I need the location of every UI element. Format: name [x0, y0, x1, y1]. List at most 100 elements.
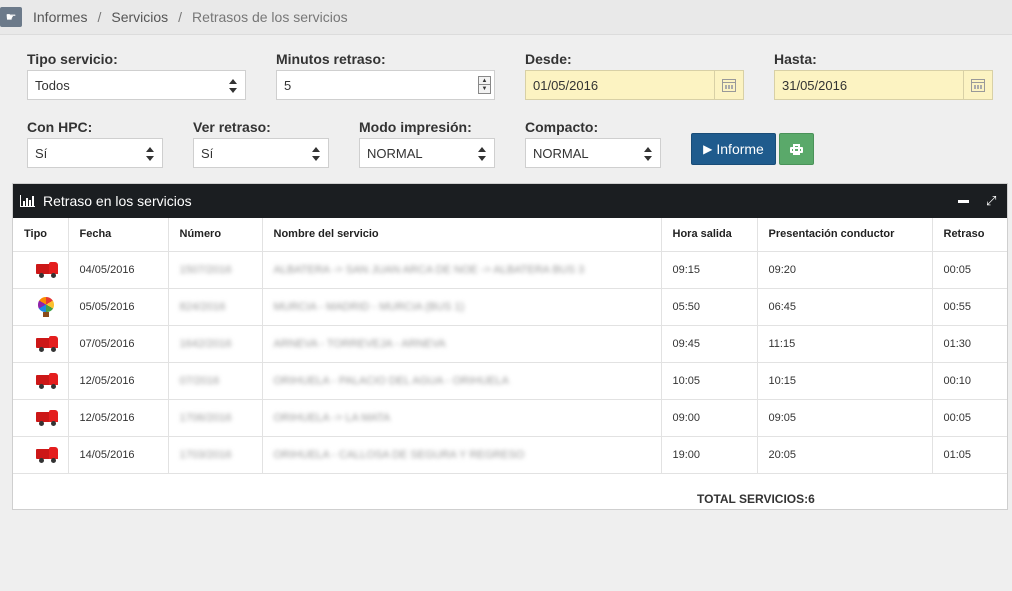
- table-row[interactable]: 07/05/2016 1642/2016 ARNEVA - TORREVEJA - …: [13, 325, 1007, 363]
- cell-retraso: 00:10: [932, 362, 1007, 400]
- select-arrows-icon: [478, 147, 486, 161]
- con-hpc-value: Sí: [35, 145, 48, 161]
- hasta-calendar-button[interactable]: [963, 71, 992, 99]
- truck-icon: [36, 372, 58, 389]
- breadcrumb: ☛ Informes / Servicios / Retrasos de los…: [0, 0, 1012, 35]
- table-row[interactable]: 12/05/2016 07/2016 ORIHUELA - PALACIO DEL …: [13, 362, 1007, 400]
- con-hpc-select[interactable]: Sí: [27, 138, 163, 168]
- breadcrumb-item-current: Retrasos de los servicios: [192, 9, 348, 25]
- table-row[interactable]: 05/05/2016 824/2016 MURCIA - MADRID - MURC…: [13, 288, 1007, 326]
- compacto-label: Compacto:: [525, 119, 599, 135]
- breadcrumb-item-informes[interactable]: Informes: [33, 9, 87, 25]
- truck-icon: [36, 409, 58, 426]
- spinner-down-icon[interactable]: ▼: [479, 85, 490, 93]
- hasta-label: Hasta:: [774, 51, 817, 67]
- cell-retraso: 00:55: [932, 288, 1007, 326]
- calendar-icon: [971, 78, 985, 92]
- hand-pointer-icon[interactable]: ☛: [0, 7, 22, 27]
- column-header-hora-salida[interactable]: Hora salida: [661, 218, 758, 252]
- breadcrumb-separator: /: [97, 9, 102, 25]
- cell-numero: 1507/2016: [168, 251, 263, 289]
- cell-presentacion: 11:15: [757, 325, 933, 363]
- select-arrows-icon: [644, 147, 652, 161]
- cell-numero-value: 1706/2016: [179, 411, 232, 424]
- cell-numero-value: 07/2016: [179, 374, 220, 387]
- cell-hora-salida: 09:45: [661, 325, 758, 363]
- select-arrows-icon: [229, 79, 237, 93]
- table-row[interactable]: 12/05/2016 1706/2016 ORIHUELA -> LA MATA 09…: [13, 399, 1007, 437]
- breadcrumb-separator: /: [178, 9, 183, 25]
- truck-icon: [36, 446, 58, 463]
- column-header-retraso[interactable]: Retraso: [932, 218, 1007, 252]
- cell-nombre: ORIHUELA - PALACIO DEL AGUA - ORIHUELA: [262, 362, 662, 400]
- panel-header: Retraso en los servicios ⤢: [13, 184, 1007, 218]
- cell-tipo: [13, 399, 69, 437]
- cell-presentacion: 10:15: [757, 362, 933, 400]
- table-row[interactable]: 04/05/2016 1507/2016 ALBATERA -> SAN JUAN …: [13, 251, 1007, 289]
- total-servicios: TOTAL SERVICIOS:6: [697, 492, 815, 506]
- desde-label: Desde:: [525, 51, 572, 67]
- cell-fecha: 12/05/2016: [68, 399, 169, 437]
- desde-calendar-button[interactable]: [714, 71, 743, 99]
- print-button[interactable]: [779, 133, 814, 165]
- cell-presentacion: 09:05: [757, 399, 933, 437]
- column-header-nombre[interactable]: Nombre del servicio: [262, 218, 662, 252]
- services-table: Tipo Fecha Número Nombre del servicio Ho…: [13, 218, 1007, 474]
- cell-hora-salida: 10:05: [661, 362, 758, 400]
- modo-impresion-select[interactable]: NORMAL: [359, 138, 495, 168]
- cell-nombre-value: ORIHUELA -> LA MATA: [273, 411, 391, 424]
- minutos-retraso-input[interactable]: 5 ▲ ▼: [276, 70, 495, 100]
- panel-title: Retraso en los servicios: [43, 193, 192, 209]
- table-header-row: Tipo Fecha Número Nombre del servicio Ho…: [13, 218, 1007, 252]
- cell-fecha: 14/05/2016: [68, 436, 169, 474]
- cell-retraso: 01:05: [932, 436, 1007, 474]
- spinner-up-icon[interactable]: ▲: [479, 77, 490, 85]
- ver-retraso-select[interactable]: Sí: [193, 138, 329, 168]
- cell-hora-salida: 05:50: [661, 288, 758, 326]
- tipo-servicio-select[interactable]: Todos: [27, 70, 246, 100]
- tipo-servicio-value: Todos: [35, 77, 70, 93]
- cell-fecha: 07/05/2016: [68, 325, 169, 363]
- desde-date-input[interactable]: 01/05/2016: [525, 70, 744, 100]
- calendar-icon: [722, 78, 736, 92]
- cell-numero: 07/2016: [168, 362, 263, 400]
- informe-button[interactable]: ▶ Informe: [691, 133, 776, 165]
- modo-impresion-label: Modo impresión:: [359, 119, 472, 135]
- table-row[interactable]: 14/05/2016 1703/2016 ORIHUELA - CALLOSA DE…: [13, 436, 1007, 474]
- con-hpc-label: Con HPC:: [27, 119, 93, 135]
- ver-retraso-value: Sí: [201, 145, 214, 161]
- tipo-servicio-label: Tipo servicio:: [27, 51, 118, 67]
- cell-hora-salida: 19:00: [661, 436, 758, 474]
- cell-retraso: 00:05: [932, 399, 1007, 437]
- cell-presentacion: 09:20: [757, 251, 933, 289]
- cell-numero: 1642/2016: [168, 325, 263, 363]
- cell-nombre-value: ALBATERA -> SAN JUAN ARCA DE NOE -> ALBA…: [273, 263, 585, 276]
- play-icon: ▶: [703, 142, 713, 156]
- column-header-presentacion[interactable]: Presentación conductor: [757, 218, 933, 252]
- cell-retraso: 00:05: [932, 251, 1007, 289]
- cell-nombre: ORIHUELA - CALLOSA DE SEGURA Y REGRESO: [262, 436, 662, 474]
- cell-hora-salida: 09:00: [661, 399, 758, 437]
- minutos-retraso-label: Minutos retraso:: [276, 51, 386, 67]
- cell-fecha: 05/05/2016: [68, 288, 169, 326]
- expand-icon[interactable]: ⤢: [986, 194, 999, 207]
- truck-icon: [36, 261, 58, 278]
- cell-tipo: [13, 288, 69, 326]
- number-spinner[interactable]: ▲ ▼: [478, 76, 491, 94]
- breadcrumb-item-servicios[interactable]: Servicios: [111, 9, 168, 25]
- hasta-date-input[interactable]: 31/05/2016: [774, 70, 993, 100]
- cell-nombre-value: MURCIA - MADRID - MURCIA (BUS 1): [273, 300, 465, 313]
- balloon-icon: [38, 296, 54, 317]
- cell-numero-value: 824/2016: [179, 300, 226, 313]
- cell-numero: 1703/2016: [168, 436, 263, 474]
- cell-nombre-value: ARNEVA - TORREVEJA - ARNEVA: [273, 337, 446, 350]
- minimize-icon[interactable]: [958, 200, 969, 203]
- column-header-tipo[interactable]: Tipo: [13, 218, 69, 252]
- column-header-numero[interactable]: Número: [168, 218, 263, 252]
- cell-nombre-value: ORIHUELA - CALLOSA DE SEGURA Y REGRESO: [273, 448, 525, 461]
- compacto-select[interactable]: NORMAL: [525, 138, 661, 168]
- cell-retraso: 01:30: [932, 325, 1007, 363]
- desde-value: 01/05/2016: [533, 77, 599, 93]
- column-header-fecha[interactable]: Fecha: [68, 218, 169, 252]
- truck-icon: [36, 335, 58, 352]
